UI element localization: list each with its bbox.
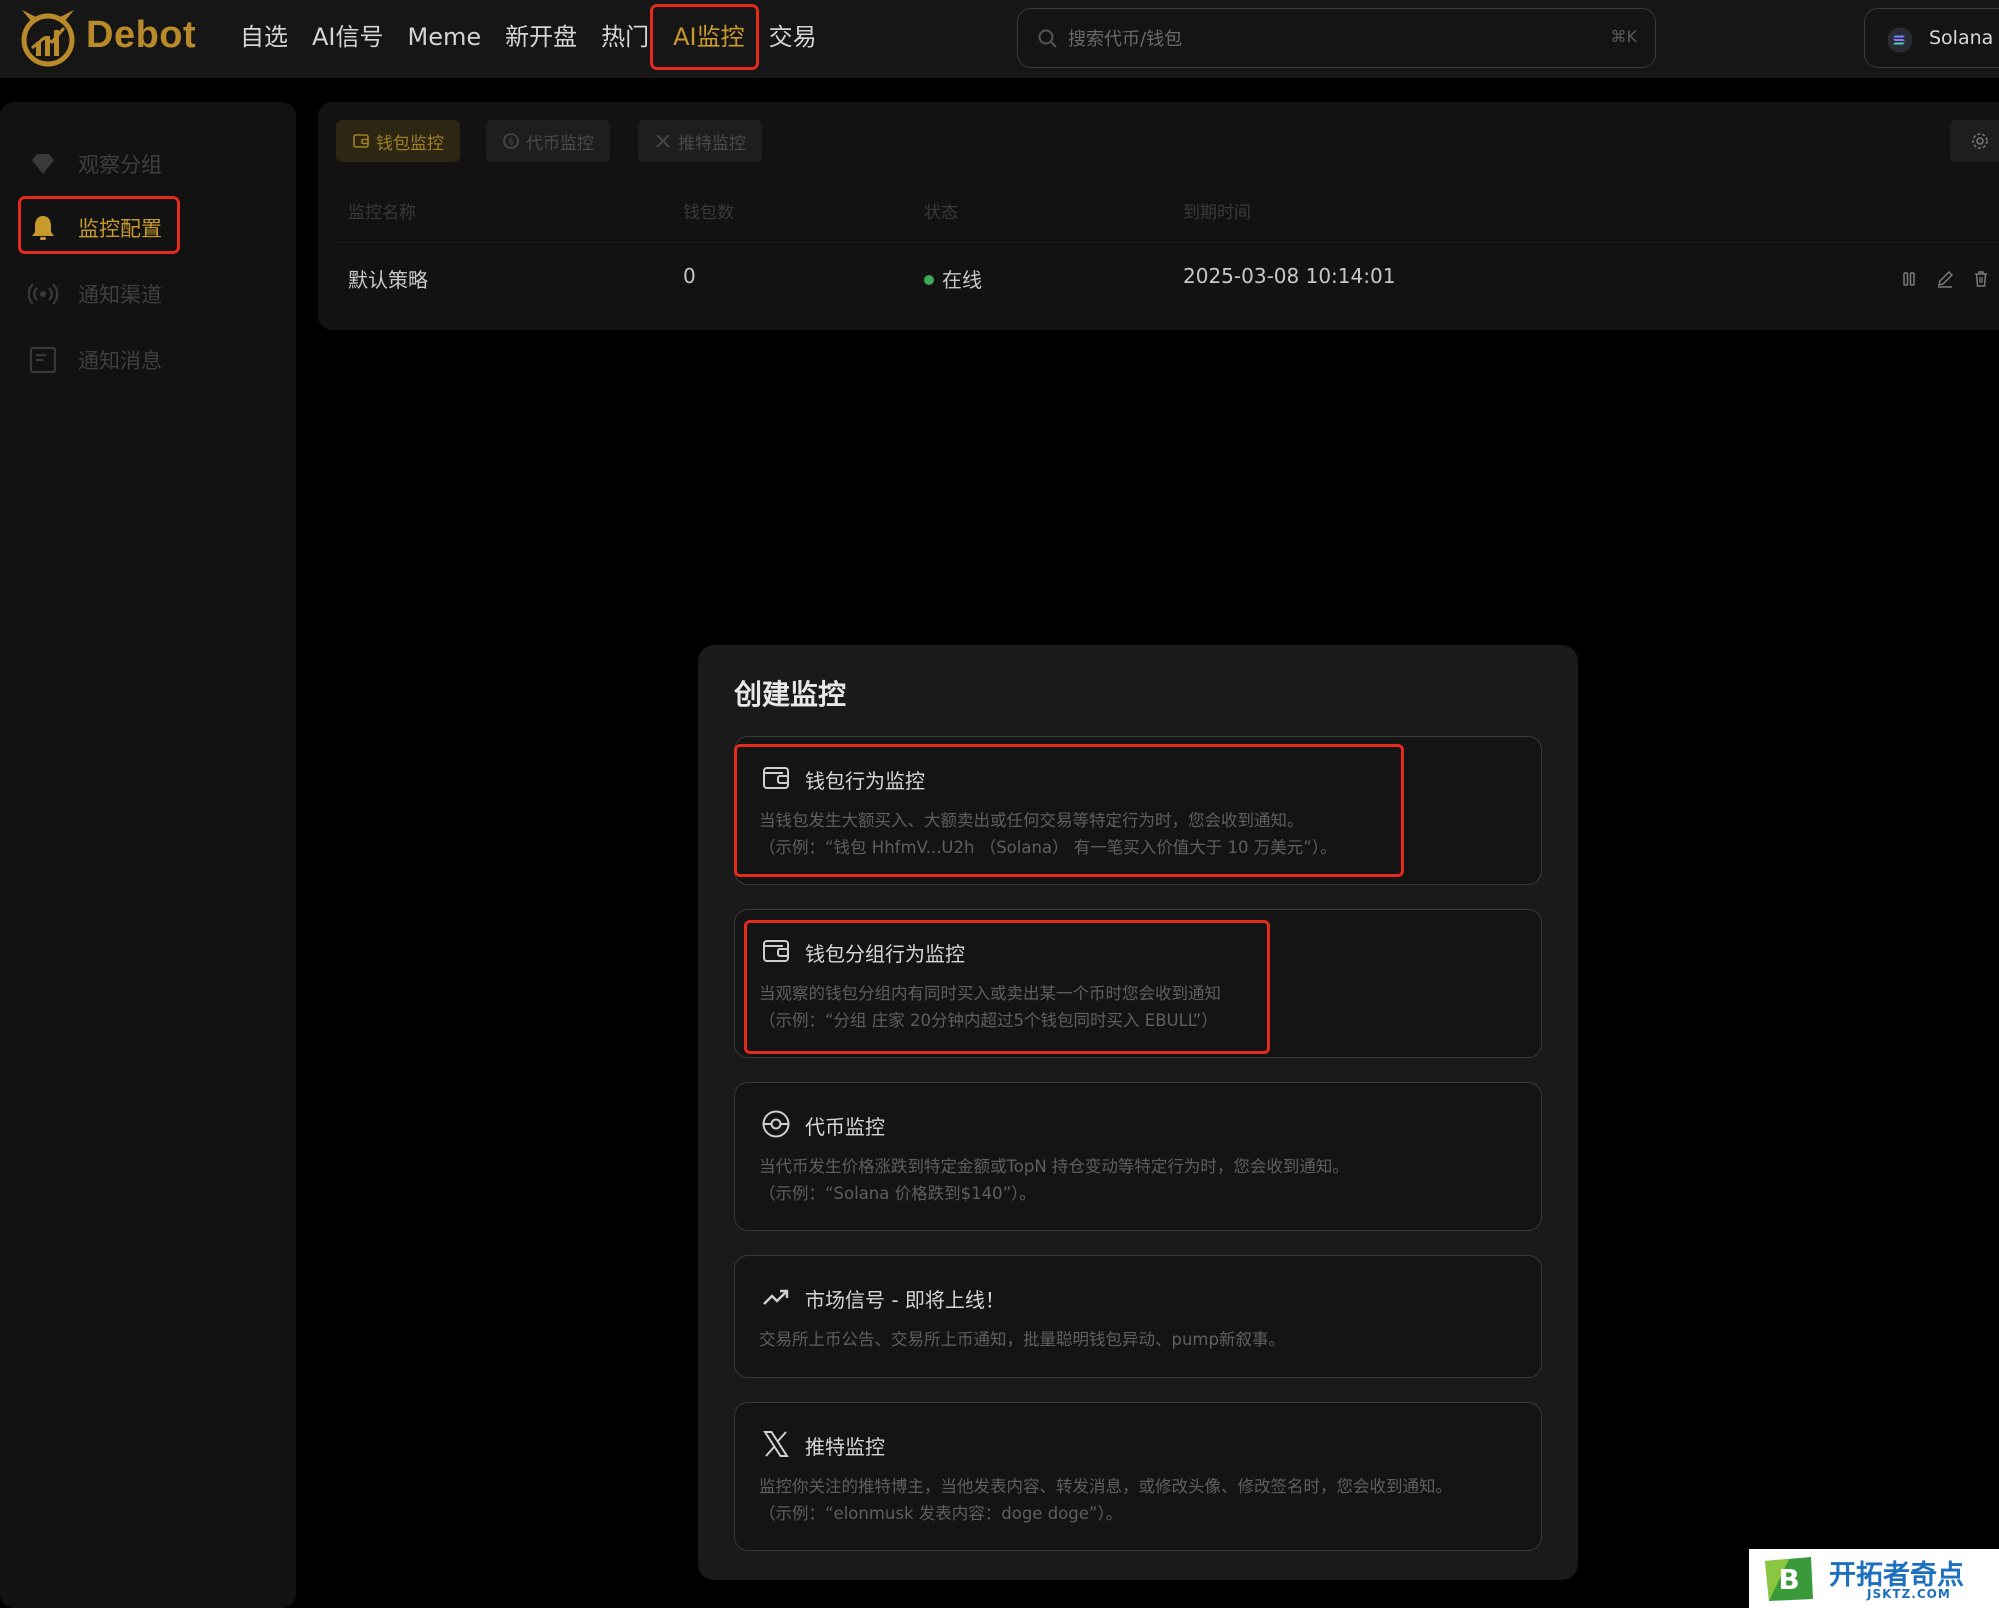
chain-selector[interactable]: Solana bbox=[1864, 8, 1999, 68]
sidebar-item-monitor-config[interactable]: 监控配置 bbox=[28, 208, 162, 248]
top-bar: Debot 自选 AI信号 Meme 新开盘 热门 AI监控 交易 ⌘K Sol… bbox=[0, 0, 1999, 78]
tab-twitter-monitor[interactable]: 推特监控 bbox=[638, 120, 762, 162]
nav-new-pairs[interactable]: 新开盘 bbox=[505, 20, 577, 54]
tab-wallet-monitor[interactable]: 钱包监控 bbox=[336, 120, 460, 162]
broadcast-icon bbox=[28, 283, 58, 305]
svg-text:$: $ bbox=[508, 138, 514, 148]
table-divider bbox=[336, 242, 1999, 243]
cell-status: 在线 bbox=[924, 264, 982, 293]
status-online-dot bbox=[924, 274, 934, 285]
search-input[interactable] bbox=[1068, 23, 1588, 55]
diamond-icon bbox=[32, 154, 54, 174]
x-logo-icon bbox=[656, 134, 670, 148]
wallet-icon bbox=[763, 767, 789, 789]
create-monitor-modal: 创建监控 钱包行为监控 当钱包发生大额买入、大额卖出或任何交易等特定行为时，您会… bbox=[698, 645, 1578, 1580]
sidebar-item-label: 通知渠道 bbox=[78, 283, 162, 307]
sidebar-item-label: 通知消息 bbox=[78, 349, 162, 373]
trending-up-icon bbox=[763, 1289, 789, 1305]
option-wallet-group-behavior[interactable]: 钱包分组行为监控 当观察的钱包分组内有同时买入或卖出某一个币时您会收到通知 （示… bbox=[734, 909, 1542, 1058]
option-title: 钱包分组行为监控 bbox=[805, 942, 965, 966]
cell-wallets: 0 bbox=[683, 264, 696, 288]
bell-icon bbox=[32, 216, 54, 240]
main-nav: 自选 AI信号 Meme 新开盘 热门 AI监控 交易 bbox=[240, 20, 841, 54]
sidebar-item-watch-groups[interactable]: 观察分组 bbox=[28, 144, 162, 184]
gear-icon bbox=[1972, 133, 1988, 149]
solana-icon bbox=[1887, 27, 1913, 53]
search-shortcut-hint: ⌘K bbox=[1610, 27, 1638, 46]
tab-label: 钱包监控 bbox=[376, 133, 444, 154]
option-title: 市场信号 - 即将上线！ bbox=[805, 1288, 1005, 1312]
cell-expires: 2025-03-08 10:14:01 bbox=[1183, 264, 1396, 288]
option-description: 当代币发生价格涨跌到特定金额或TopN 持仓变动等特定行为时，您会收到通知。 （… bbox=[759, 1157, 1349, 1203]
nav-ai-signal[interactable]: AI信号 bbox=[312, 20, 384, 54]
status-text: 在线 bbox=[942, 268, 982, 292]
pause-icon[interactable] bbox=[1898, 268, 1920, 290]
column-header-name: 监控名称 bbox=[348, 203, 416, 223]
nav-trade[interactable]: 交易 bbox=[769, 20, 817, 54]
coin-icon: $ bbox=[503, 133, 519, 149]
sidebar-item-label: 监控配置 bbox=[78, 217, 162, 241]
column-header-status: 状态 bbox=[924, 203, 958, 223]
search-icon bbox=[1038, 29, 1057, 48]
option-description: 交易所上币公告、交易所上币通知，批量聪明钱包异动、pump新叙事。 bbox=[759, 1330, 1285, 1349]
option-twitter-monitor[interactable]: 推特监控 监控你关注的推特博主，当他发表内容、转发消息，或修改头像、修改签名时，… bbox=[734, 1402, 1542, 1551]
cell-name: 默认策略 bbox=[348, 268, 428, 292]
modal-title: 创建监控 bbox=[734, 678, 847, 711]
watermark-subtext: JSKTZ.COM bbox=[1867, 1587, 1951, 1601]
chain-label: Solana bbox=[1929, 27, 1994, 49]
option-title: 推特监控 bbox=[805, 1435, 885, 1459]
edit-icon[interactable] bbox=[1934, 268, 1956, 290]
option-description: 当钱包发生大额买入、大额卖出或任何交易等特定行为时，您会收到通知。 （示例：“钱… bbox=[759, 811, 1337, 857]
nav-ai-monitor[interactable]: AI监控 bbox=[673, 20, 745, 54]
tab-token-monitor[interactable]: $ 代币监控 bbox=[486, 120, 610, 162]
option-token-monitor[interactable]: 代币监控 当代币发生价格涨跌到特定金额或TopN 持仓变动等特定行为时，您会收到… bbox=[734, 1082, 1542, 1231]
nav-meme[interactable]: Meme bbox=[408, 20, 482, 54]
wallet-icon bbox=[353, 134, 369, 148]
watermark: B 开拓者奇点 JSKTZ.COM bbox=[1749, 1549, 1999, 1608]
watermark-logo-icon: B bbox=[1765, 1557, 1813, 1601]
message-list-icon bbox=[29, 346, 57, 374]
nav-trending[interactable]: 热门 bbox=[601, 20, 649, 54]
sidebar: 观察分组 监控配置 通知渠道 通知消息 bbox=[0, 102, 296, 1608]
column-header-wallets: 钱包数 bbox=[683, 203, 734, 223]
monitor-panel: 钱包监控 $ 代币监控 推特监控 监控名称 钱包数 状态 到期时间 默认策略 0… bbox=[318, 102, 1999, 330]
option-title: 代币监控 bbox=[805, 1115, 885, 1139]
logo-text[interactable]: Debot bbox=[86, 14, 196, 57]
tab-label: 代币监控 bbox=[526, 133, 594, 154]
option-description: 当观察的钱包分组内有同时买入或卖出某一个币时您会收到通知 （示例：“分组 庄家 … bbox=[759, 984, 1221, 1030]
svg-text:B: B bbox=[1778, 1563, 1799, 1596]
debot-logo-icon[interactable] bbox=[18, 8, 78, 68]
option-title: 钱包行为监控 bbox=[805, 769, 925, 793]
tab-label: 推特监控 bbox=[678, 133, 746, 154]
sidebar-item-notify-channels[interactable]: 通知渠道 bbox=[28, 274, 162, 314]
column-header-expires: 到期时间 bbox=[1183, 203, 1251, 223]
delete-icon[interactable] bbox=[1970, 268, 1992, 290]
x-logo-icon bbox=[763, 1431, 789, 1457]
option-market-signal[interactable]: 市场信号 - 即将上线！ 交易所上币公告、交易所上币通知，批量聪明钱包异动、pu… bbox=[734, 1255, 1542, 1378]
coin-icon bbox=[762, 1110, 790, 1138]
option-wallet-behavior[interactable]: 钱包行为监控 当钱包发生大额买入、大额卖出或任何交易等特定行为时，您会收到通知。… bbox=[734, 736, 1542, 885]
settings-button[interactable] bbox=[1950, 120, 1999, 162]
option-description: 监控你关注的推特博主，当他发表内容、转发消息，或修改头像、修改签名时，您会收到通… bbox=[759, 1477, 1452, 1523]
sidebar-item-notify-messages[interactable]: 通知消息 bbox=[28, 340, 162, 380]
search-box[interactable]: ⌘K bbox=[1017, 8, 1656, 68]
sidebar-item-label: 观察分组 bbox=[78, 153, 162, 177]
nav-watchlist[interactable]: 自选 bbox=[240, 20, 288, 54]
wallet-icon bbox=[763, 940, 789, 962]
